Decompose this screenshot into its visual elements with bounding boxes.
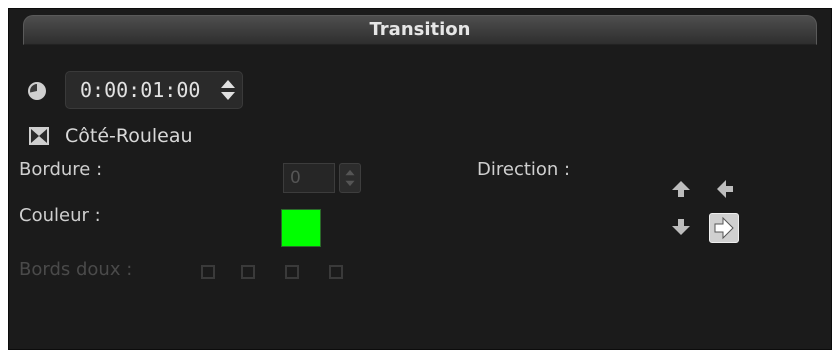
clock-icon bbox=[28, 82, 46, 100]
panel-title: Transition bbox=[369, 19, 471, 40]
arrow-up-icon[interactable] bbox=[669, 177, 693, 201]
transition-icon bbox=[29, 127, 49, 145]
soft-edges-strong-checkbox[interactable] bbox=[329, 265, 343, 279]
duration-value: 0:00:01:00 bbox=[80, 78, 201, 102]
transition-panel: Transition 0:00:01:00 Côté-Rouleau Bordu… bbox=[8, 8, 832, 350]
transition-name: Côté-Rouleau bbox=[65, 125, 193, 147]
arrow-right-icon[interactable] bbox=[709, 213, 739, 243]
direction-label: Direction : bbox=[477, 159, 571, 180]
duration-field[interactable]: 0:00:01:00 bbox=[65, 71, 243, 109]
border-spinner-icon[interactable] bbox=[339, 163, 361, 193]
arrow-down-icon[interactable] bbox=[669, 215, 693, 239]
border-label: Bordure : bbox=[19, 159, 103, 180]
color-label: Couleur : bbox=[19, 205, 101, 226]
soft-edges-weak-checkbox[interactable] bbox=[241, 265, 255, 279]
border-value: 0 bbox=[290, 168, 301, 188]
arrow-left-icon[interactable] bbox=[713, 177, 737, 201]
soft-edges-label: Bords doux : bbox=[19, 259, 133, 280]
color-swatch[interactable] bbox=[281, 209, 321, 247]
spinner-arrows-icon[interactable] bbox=[220, 78, 236, 102]
border-input[interactable]: 0 bbox=[283, 163, 335, 193]
soft-edges-medium-checkbox[interactable] bbox=[285, 265, 299, 279]
panel-title-bar: Transition bbox=[23, 15, 817, 45]
soft-edges-none-checkbox[interactable] bbox=[201, 265, 215, 279]
